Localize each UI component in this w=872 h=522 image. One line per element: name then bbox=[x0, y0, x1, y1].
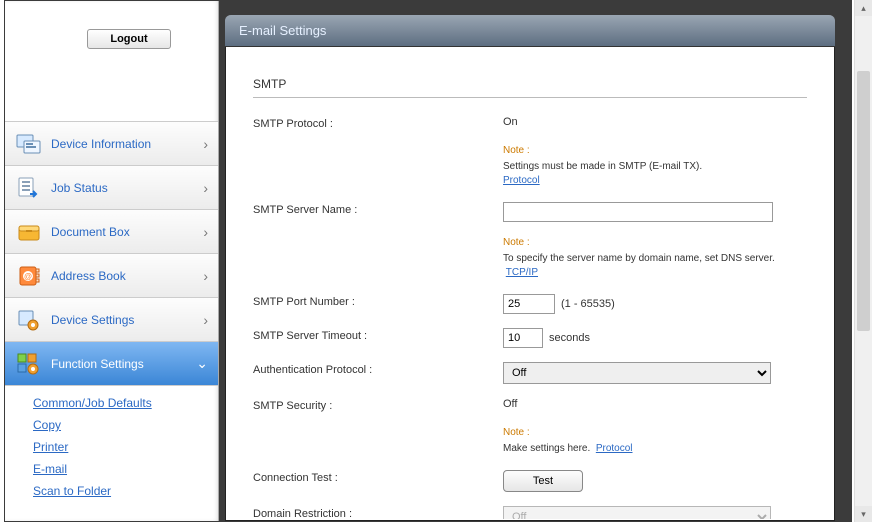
sidebar-item-address-book[interactable]: @ Address Book › bbox=[5, 254, 218, 298]
sidebar-item-label: Device Settings bbox=[51, 313, 203, 327]
note-label: Note : bbox=[503, 426, 807, 440]
label-connection-test: Connection Test : bbox=[253, 470, 503, 484]
label-smtp-port: SMTP Port Number : bbox=[253, 294, 503, 308]
app-window: Logout Device Information › Job Status › bbox=[4, 0, 852, 522]
sidebar-item-device-settings[interactable]: Device Settings › bbox=[5, 298, 218, 342]
note-smtp-tx: Settings must be made in SMTP (E-mail TX… bbox=[503, 161, 702, 172]
value-smtp-protocol: On bbox=[503, 116, 807, 128]
label-auth-protocol: Authentication Protocol : bbox=[253, 362, 503, 376]
function-settings-icon bbox=[15, 350, 43, 378]
sidebar-item-function-settings[interactable]: Function Settings ⌄ bbox=[5, 342, 218, 386]
scroll-up-icon[interactable]: ▴ bbox=[855, 0, 872, 16]
subnav-copy[interactable]: Copy bbox=[33, 414, 218, 436]
note-make-settings: Make settings here. bbox=[503, 443, 590, 454]
label-smtp-protocol: SMTP Protocol : bbox=[253, 116, 503, 130]
port-range-hint: (1 - 65535) bbox=[561, 298, 615, 310]
panel-title: E-mail Settings bbox=[225, 15, 835, 47]
chevron-right-icon: › bbox=[203, 180, 208, 196]
sidebar-item-job-status[interactable]: Job Status › bbox=[5, 166, 218, 210]
note-dns: To specify the server name by domain nam… bbox=[503, 253, 775, 264]
note-label: Note : bbox=[503, 236, 807, 250]
label-domain-restriction: Domain Restriction : bbox=[253, 506, 503, 519]
svg-text:@: @ bbox=[24, 272, 32, 281]
tcpip-link[interactable]: TCP/IP bbox=[506, 267, 538, 278]
sidebar-item-label: Function Settings bbox=[51, 357, 196, 371]
sidebar-subnav: Common/Job Defaults Copy Printer E-mail … bbox=[5, 386, 218, 508]
document-box-icon bbox=[15, 218, 43, 246]
chevron-right-icon: › bbox=[203, 312, 208, 328]
section-title-smtp: SMTP bbox=[253, 77, 807, 98]
test-button[interactable]: Test bbox=[503, 470, 583, 492]
browser-scrollbar[interactable]: ▴ ▾ bbox=[854, 0, 872, 522]
label-smtp-security: SMTP Security : bbox=[253, 398, 503, 412]
label-smtp-timeout: SMTP Server Timeout : bbox=[253, 328, 503, 342]
sidebar-item-device-information[interactable]: Device Information › bbox=[5, 122, 218, 166]
sidebar-item-label: Document Box bbox=[51, 225, 203, 239]
settings-panel: E-mail Settings SMTP SMTP Protocol : On … bbox=[225, 15, 835, 521]
chevron-down-icon: ⌄ bbox=[196, 355, 208, 372]
sidebar-nav: Device Information › Job Status › Docume… bbox=[5, 121, 218, 508]
sidebar-item-document-box[interactable]: Document Box › bbox=[5, 210, 218, 254]
device-settings-icon bbox=[15, 306, 43, 334]
scroll-down-icon[interactable]: ▾ bbox=[855, 506, 872, 522]
subnav-printer[interactable]: Printer bbox=[33, 436, 218, 458]
smtp-server-name-input[interactable] bbox=[503, 202, 773, 222]
label-smtp-server-name: SMTP Server Name : bbox=[253, 202, 503, 216]
scroll-thumb[interactable] bbox=[857, 71, 870, 331]
address-book-icon: @ bbox=[15, 262, 43, 290]
protocol-link[interactable]: Protocol bbox=[503, 175, 540, 186]
note-label: Note : bbox=[503, 144, 807, 158]
protocol-link-2[interactable]: Protocol bbox=[596, 443, 633, 454]
job-status-icon bbox=[15, 174, 43, 202]
auth-protocol-select[interactable]: Off bbox=[503, 362, 771, 384]
device-information-icon bbox=[15, 130, 43, 158]
chevron-right-icon: › bbox=[203, 268, 208, 284]
subnav-scan-to-folder[interactable]: Scan to Folder bbox=[33, 480, 218, 502]
subnav-email[interactable]: E-mail bbox=[33, 458, 218, 480]
chevron-right-icon: › bbox=[203, 136, 208, 152]
chevron-right-icon: › bbox=[203, 224, 208, 240]
sidebar: Logout Device Information › Job Status › bbox=[5, 1, 219, 521]
sidebar-item-label: Job Status bbox=[51, 181, 203, 195]
domain-restriction-select[interactable]: Off bbox=[503, 506, 771, 519]
subnav-common-job-defaults[interactable]: Common/Job Defaults bbox=[33, 392, 218, 414]
sidebar-item-label: Device Information bbox=[51, 137, 203, 151]
content-area: E-mail Settings SMTP SMTP Protocol : On … bbox=[219, 1, 851, 521]
timeout-unit: seconds bbox=[549, 332, 590, 344]
smtp-timeout-input[interactable] bbox=[503, 328, 543, 348]
smtp-port-input[interactable] bbox=[503, 294, 555, 314]
value-smtp-security: Off bbox=[503, 398, 807, 410]
logout-button[interactable]: Logout bbox=[87, 29, 171, 49]
sidebar-item-label: Address Book bbox=[51, 269, 203, 283]
